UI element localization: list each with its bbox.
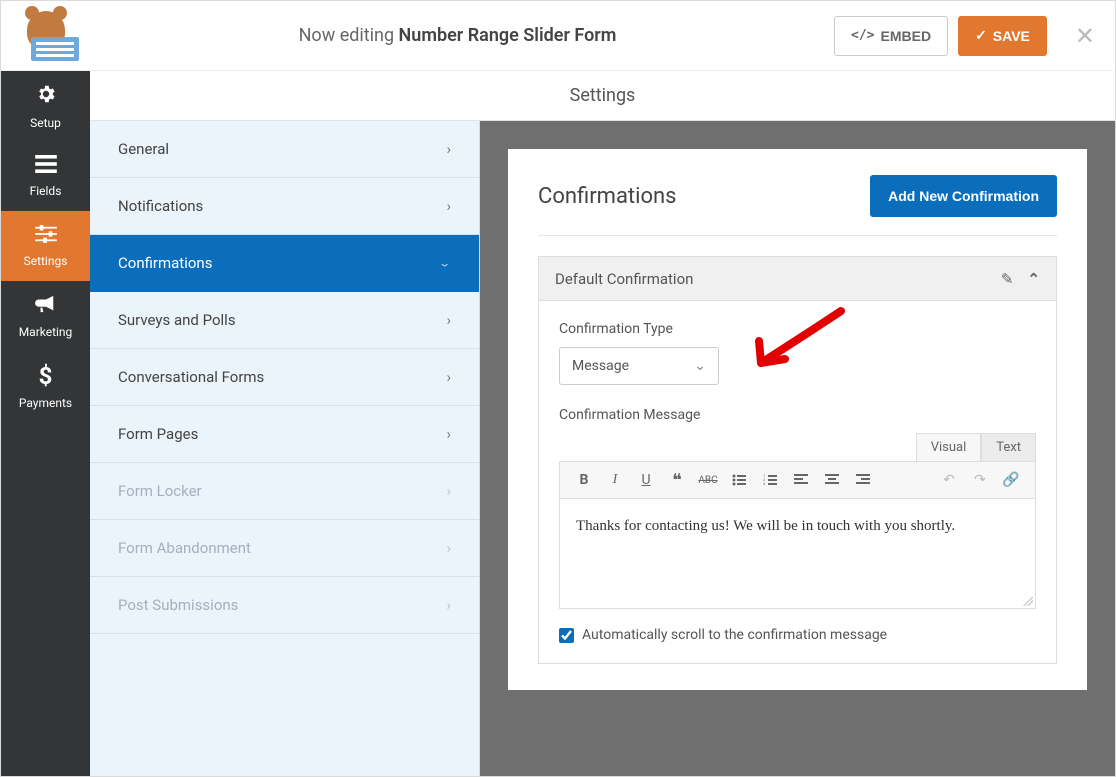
settings-item-form-abandonment[interactable]: Form Abandonment › (90, 520, 479, 577)
settings-item-label: Form Abandonment (118, 539, 251, 557)
list-icon (35, 154, 57, 178)
settings-item-label: Form Pages (118, 425, 198, 443)
chevron-right-icon: › (446, 425, 451, 443)
settings-item-label: Form Locker (118, 482, 202, 500)
bold-icon[interactable]: B (570, 466, 598, 494)
confirmation-type-select[interactable]: Message ⌄ (559, 347, 719, 385)
undo-icon[interactable]: ↶ (935, 466, 963, 494)
chevron-right-icon: › (446, 197, 451, 215)
collapse-icon[interactable]: ⌃ (1027, 270, 1040, 288)
chevron-right-icon: › (446, 482, 451, 500)
editor-content[interactable]: Thanks for contacting us! We will be in … (559, 499, 1036, 609)
chevron-right-icon: › (446, 140, 451, 158)
sidebar-item-setup[interactable]: Setup (1, 71, 90, 141)
content-card: Confirmations Add New Confirmation Defau… (508, 149, 1087, 690)
edit-icon[interactable]: ✎ (1001, 270, 1014, 288)
confirmation-message-label: Confirmation Message (559, 407, 1036, 423)
align-right-icon[interactable] (849, 466, 877, 494)
settings-item-post-submissions[interactable]: Post Submissions › (90, 577, 479, 634)
top-header: Now editing Number Range Slider Form </>… (1, 1, 1115, 71)
italic-icon[interactable]: I (601, 466, 629, 494)
add-confirmation-button[interactable]: Add New Confirmation (870, 175, 1057, 217)
confirmation-header[interactable]: Default Confirmation ✎ ⌃ (539, 257, 1056, 301)
quote-icon[interactable]: ❝ (663, 466, 691, 494)
bullhorn-icon (35, 294, 57, 319)
sidebar-item-label: Fields (30, 184, 62, 198)
numbered-list-icon[interactable]: 123 (756, 466, 784, 494)
sidebar: Setup Fields Settings Marketing $ Paymen… (1, 71, 90, 776)
settings-item-form-locker[interactable]: Form Locker › (90, 463, 479, 520)
chevron-right-icon: › (446, 596, 451, 614)
settings-item-label: Confirmations (118, 254, 212, 272)
chevron-right-icon: › (446, 311, 451, 329)
settings-item-confirmations[interactable]: Confirmations ⌄ (90, 235, 479, 292)
settings-panel: General › Notifications › Confirmations … (90, 121, 480, 776)
main-content-area: Confirmations Add New Confirmation Defau… (480, 121, 1115, 776)
chevron-down-icon: ⌄ (438, 257, 451, 270)
settings-item-label: Conversational Forms (118, 368, 264, 386)
redo-icon[interactable]: ↷ (966, 466, 994, 494)
check-icon: ✓ (975, 27, 987, 44)
sidebar-item-label: Setup (30, 116, 61, 130)
confirmation-title: Default Confirmation (555, 270, 693, 288)
sidebar-item-settings[interactable]: Settings (1, 211, 90, 281)
embed-button[interactable]: </> EMBED (834, 16, 948, 56)
close-icon[interactable]: ✕ (1075, 22, 1095, 50)
page-title: Now editing Number Range Slider Form (81, 25, 834, 46)
chevron-down-icon: ⌄ (694, 358, 706, 374)
sidebar-item-marketing[interactable]: Marketing (1, 281, 90, 351)
confirmation-box: Default Confirmation ✎ ⌃ Confirmation Ty… (538, 256, 1057, 664)
confirmation-header-actions: ✎ ⌃ (1001, 270, 1040, 288)
header-actions: </> EMBED ✓ SAVE ✕ (834, 16, 1095, 56)
strikethrough-icon[interactable]: ABC (694, 466, 722, 494)
tab-text[interactable]: Text (981, 433, 1036, 461)
dollar-icon: $ (39, 362, 53, 390)
sidebar-item-label: Payments (19, 396, 72, 410)
sidebar-item-fields[interactable]: Fields (1, 141, 90, 211)
gear-icon (35, 83, 57, 110)
chevron-right-icon: › (446, 539, 451, 557)
code-icon: </> (851, 28, 874, 43)
editor-toolbar: B I U ❝ ABC 123 (559, 461, 1036, 499)
sliders-icon (35, 224, 57, 248)
settings-item-label: General (118, 140, 169, 158)
confirmation-body: Confirmation Type Message ⌄ Confirmation… (539, 301, 1056, 663)
settings-item-label: Post Submissions (118, 596, 238, 614)
svg-text:3: 3 (763, 481, 765, 486)
sidebar-item-label: Marketing (19, 325, 73, 339)
settings-item-general[interactable]: General › (90, 121, 479, 178)
tab-visual[interactable]: Visual (916, 433, 982, 461)
settings-item-notifications[interactable]: Notifications › (90, 178, 479, 235)
chevron-right-icon: › (446, 368, 451, 386)
auto-scroll-checkbox-row[interactable]: Automatically scroll to the confirmation… (559, 627, 1036, 643)
settings-item-label: Surveys and Polls (118, 311, 236, 329)
settings-item-label: Notifications (118, 197, 203, 215)
settings-item-conversational[interactable]: Conversational Forms › (90, 349, 479, 406)
save-button[interactable]: ✓ SAVE (958, 16, 1047, 56)
settings-item-form-pages[interactable]: Form Pages › (90, 406, 479, 463)
align-center-icon[interactable] (818, 466, 846, 494)
app-logo (21, 11, 81, 61)
select-value: Message (572, 358, 629, 374)
auto-scroll-checkbox[interactable] (559, 628, 574, 643)
content-header: Confirmations Add New Confirmation (538, 175, 1057, 236)
content-heading: Confirmations (538, 184, 677, 209)
sidebar-item-payments[interactable]: $ Payments (1, 351, 90, 421)
underline-icon[interactable]: U (632, 466, 660, 494)
settings-title-bar: Settings (90, 71, 1115, 121)
align-left-icon[interactable] (787, 466, 815, 494)
link-icon[interactable]: 🔗 (997, 466, 1025, 494)
settings-item-surveys[interactable]: Surveys and Polls › (90, 292, 479, 349)
confirmation-type-label: Confirmation Type (559, 321, 1036, 337)
editor-tabs: Visual Text (559, 433, 1036, 461)
bullet-list-icon[interactable] (725, 466, 753, 494)
sidebar-item-label: Settings (24, 254, 68, 268)
auto-scroll-label: Automatically scroll to the confirmation… (582, 627, 887, 643)
